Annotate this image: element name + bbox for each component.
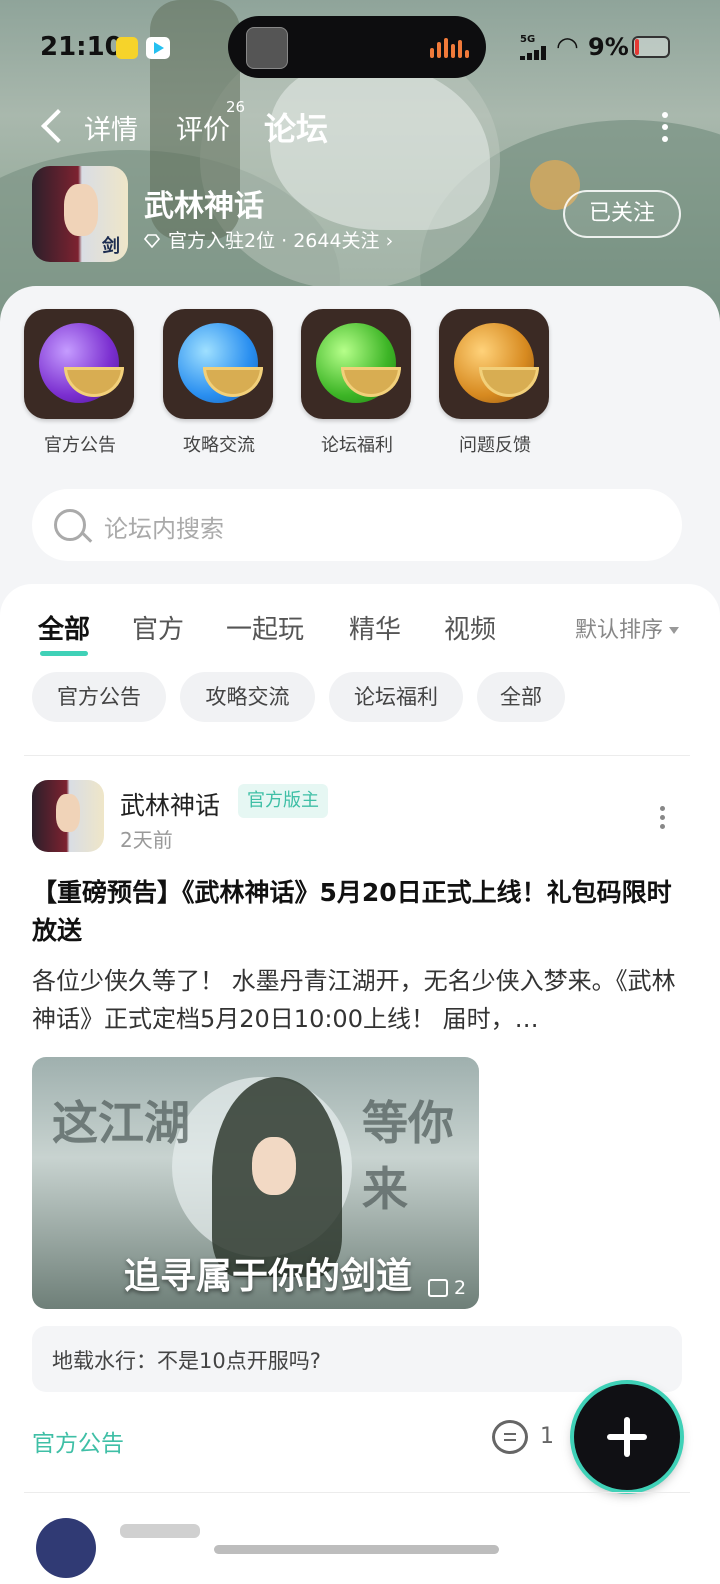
image-count: 2 xyxy=(428,1277,466,1299)
image-calligraphy-left: 这江湖 xyxy=(52,1096,190,1150)
game-meta[interactable]: 官方入驻2位 · 2644关注 › xyxy=(144,226,393,253)
category-icon xyxy=(301,309,411,419)
status-time: 21:10 xyxy=(40,32,123,62)
tab-review[interactable]: 评价 26 xyxy=(176,98,245,147)
game-icon-art xyxy=(64,184,98,236)
audio-wave-icon xyxy=(430,38,470,58)
search-icon xyxy=(54,509,86,541)
diamond-icon xyxy=(144,234,160,248)
filter-chip-welfare[interactable]: 论坛福利 xyxy=(329,672,463,722)
search-placeholder: 论坛内搜索 xyxy=(104,515,224,543)
more-vertical-icon[interactable] xyxy=(654,804,672,830)
post-author[interactable]: 武林神话 xyxy=(120,786,220,822)
avatar[interactable] xyxy=(32,780,104,852)
post-tag[interactable]: 官方公告 xyxy=(32,1424,124,1458)
tab-detail[interactable]: 详情 xyxy=(84,108,138,147)
battery-percent: 9% xyxy=(588,33,629,61)
tab-forum[interactable]: 论坛 xyxy=(264,104,329,150)
post-body[interactable]: 各位少侠久等了！ 水墨丹青江湖开，无名少侠入梦来。《武林神话》正式定档5月20日… xyxy=(32,962,692,1038)
dynamic-island[interactable] xyxy=(228,16,486,78)
post-time: 2天前 xyxy=(120,828,173,852)
notification-app-icon xyxy=(116,37,138,59)
avatar[interactable] xyxy=(36,1518,96,1578)
category-official-notice[interactable]: 官方公告 xyxy=(24,309,136,457)
feed-tab-featured[interactable]: 精华 xyxy=(349,609,401,646)
game-icon[interactable]: 剑 xyxy=(32,166,128,262)
comment-icon[interactable] xyxy=(492,1420,528,1454)
feed-tab-play-together[interactable]: 一起玩 xyxy=(226,609,304,646)
feed-tab-all[interactable]: 全部 xyxy=(38,609,90,656)
comment-count: 1 xyxy=(540,1424,554,1449)
video-app-icon xyxy=(146,37,170,59)
filter-chip-official-notice[interactable]: 官方公告 xyxy=(32,672,166,722)
follow-button[interactable]: 已关注 xyxy=(563,190,681,238)
feed-tab-official[interactable]: 官方 xyxy=(132,609,184,646)
wifi-icon: ◠ xyxy=(556,32,579,62)
signal-icon xyxy=(520,46,548,60)
category-welfare[interactable]: 论坛福利 xyxy=(301,309,413,457)
back-arrow-icon[interactable] xyxy=(36,108,66,146)
category-label: 论坛福利 xyxy=(321,435,393,456)
network-type: 5G xyxy=(520,34,536,45)
more-vertical-icon[interactable] xyxy=(656,110,674,144)
game-name: 武林神话 xyxy=(144,189,264,224)
category-icon xyxy=(24,309,134,419)
comment-preview[interactable]: 地载水行：不是10点开服吗? xyxy=(32,1326,682,1392)
image-calligraphy-right: 等你来 xyxy=(362,1096,454,1216)
divider xyxy=(24,755,690,756)
image-art xyxy=(252,1137,296,1195)
filter-chip-all[interactable]: 全部 xyxy=(477,672,565,722)
game-thumbnail-icon xyxy=(246,27,288,69)
home-indicator[interactable] xyxy=(214,1545,499,1554)
feed-tab-video[interactable]: 视频 xyxy=(444,609,496,646)
game-icon-art: 剑 xyxy=(99,236,120,254)
game-meta-text: 官方入驻2位 · 2644关注 › xyxy=(168,230,394,252)
category-icon xyxy=(439,309,549,419)
tab-review-label: 评价 xyxy=(176,115,230,146)
post-author-placeholder xyxy=(120,1524,200,1538)
post-title[interactable]: 【重磅预告】《武林神话》5月20日正式上线！礼包码限时放送 xyxy=(32,874,682,950)
image-icon xyxy=(428,1279,448,1297)
category-feedback[interactable]: 问题反馈 xyxy=(439,309,551,457)
filter-chip-strategy[interactable]: 攻略交流 xyxy=(180,672,315,722)
comment-preview-text: 地载水行：不是10点开服吗? xyxy=(52,1349,321,1373)
category-label: 问题反馈 xyxy=(459,435,531,456)
status-bar: 21:10 5G ◠ 9% xyxy=(0,0,720,96)
search-input[interactable]: 论坛内搜索 xyxy=(32,489,682,561)
plus-icon[interactable] xyxy=(574,1384,680,1490)
post-image[interactable]: 这江湖 等你来 追寻属于你的剑道 2 xyxy=(32,1057,479,1309)
sort-dropdown[interactable]: 默认排序 xyxy=(575,612,679,644)
category-label: 攻略交流 xyxy=(183,435,255,456)
image-count-number: 2 xyxy=(454,1277,467,1299)
image-slogan: 追寻属于你的剑道 xyxy=(124,1255,413,1297)
category-label: 官方公告 xyxy=(44,435,116,456)
category-icon xyxy=(163,309,273,419)
category-strategy[interactable]: 攻略交流 xyxy=(163,309,275,457)
review-count: 26 xyxy=(226,98,246,116)
battery-icon xyxy=(632,36,670,58)
divider xyxy=(24,1492,690,1493)
moderator-badge: 官方版主 xyxy=(238,784,328,818)
